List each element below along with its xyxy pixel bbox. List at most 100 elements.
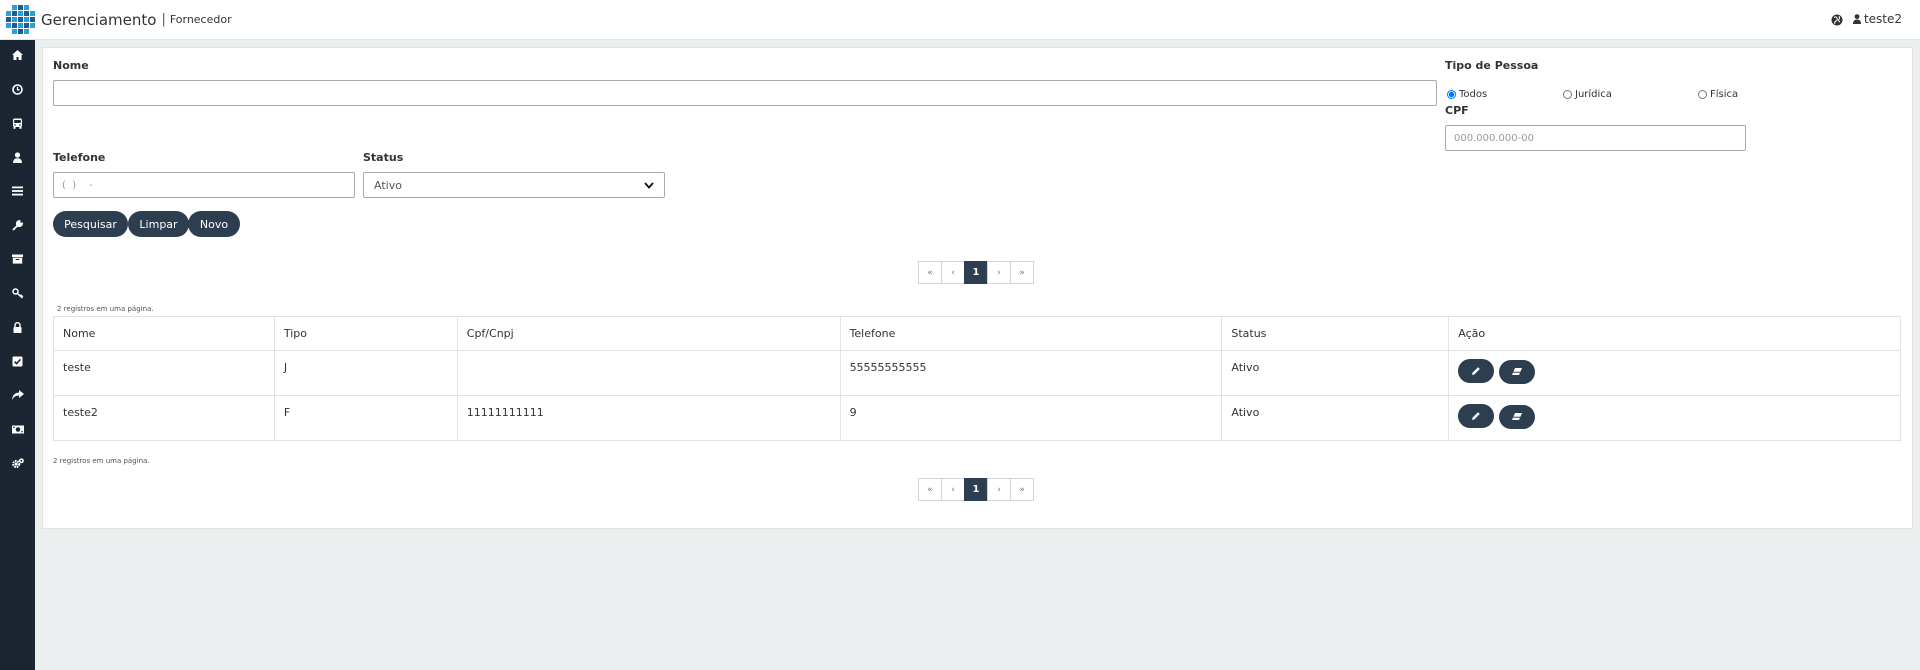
checkbox-icon [12, 356, 23, 366]
archive-icon [12, 254, 23, 264]
page-first[interactable]: « [918, 261, 942, 284]
sidebar-item-checklist[interactable] [0, 351, 35, 371]
cell-tipo: J [273, 350, 458, 396]
cogs-icon [11, 457, 24, 468]
sidebar-item-history[interactable] [0, 79, 35, 99]
radio-juridica[interactable]: Jurídica [1563, 89, 1612, 100]
nome-label: Nome [53, 59, 89, 72]
home-icon [12, 50, 23, 60]
radio-juridica-label: Jurídica [1575, 89, 1612, 100]
table-header-row: Nome Tipo Cpf/Cnpj Telefone Status Ação [53, 316, 1901, 351]
sidebar-item-archive[interactable] [0, 249, 35, 269]
radio-juridica-input[interactable] [1563, 90, 1572, 99]
globe-icon[interactable] [1831, 12, 1843, 26]
cpf-input[interactable] [1445, 125, 1746, 151]
logo-icon[interactable] [3, 3, 37, 37]
status-select-value: Ativo [374, 178, 402, 192]
bus-icon [13, 118, 22, 129]
search-panel: Nome Tipo de Pessoa Todos Jurídica Físic… [42, 47, 1913, 529]
col-status[interactable]: Status [1221, 316, 1450, 351]
delete-button[interactable] [1498, 359, 1535, 384]
money-icon [11, 425, 24, 433]
search-button[interactable]: Pesquisar [53, 211, 128, 237]
sidebar [0, 40, 35, 670]
col-nome[interactable]: Nome [53, 316, 275, 351]
edit-button[interactable] [1458, 359, 1495, 383]
clear-button[interactable]: Limpar [128, 211, 189, 237]
sidebar-item-list[interactable] [0, 181, 35, 201]
cell-nome: teste2 [53, 395, 275, 441]
suppliers-table: Nome Tipo Cpf/Cnpj Telefone Status Ação … [53, 316, 1901, 441]
new-button[interactable]: Novo [188, 211, 240, 237]
app-title[interactable]: Gerenciamento [41, 11, 156, 29]
user-menu[interactable]: teste2 [1852, 12, 1902, 26]
user-icon [1852, 14, 1861, 24]
wrench-icon [12, 219, 23, 231]
cell-actions [1448, 350, 1901, 396]
tipo-pessoa-label: Tipo de Pessoa [1445, 59, 1539, 72]
page-prev[interactable]: ‹ [941, 478, 965, 501]
status-select[interactable]: Ativo [363, 172, 665, 198]
sidebar-item-keys[interactable] [0, 283, 35, 303]
pencil-icon [1472, 412, 1481, 420]
sidebar-item-share[interactable] [0, 385, 35, 405]
cell-status: Ativo [1221, 395, 1450, 441]
sidebar-item-security[interactable] [0, 317, 35, 337]
share-icon [11, 390, 24, 400]
page-prev[interactable]: ‹ [941, 261, 965, 284]
sidebar-item-home[interactable] [0, 45, 35, 65]
clock-icon [12, 83, 23, 95]
cell-cpf-cnpj [456, 350, 841, 396]
cell-nome: teste [53, 350, 275, 396]
key-icon [11, 287, 23, 299]
page-current[interactable]: 1 [964, 261, 988, 284]
cell-telefone: 9 [839, 395, 1223, 441]
cell-tipo: F [273, 395, 458, 441]
radio-fisica-label: Física [1710, 89, 1739, 100]
status-label: Status [363, 151, 404, 164]
sidebar-item-bus[interactable] [0, 113, 35, 133]
cell-status: Ativo [1221, 350, 1450, 396]
radio-todos[interactable]: Todos [1447, 89, 1487, 100]
list-icon [12, 186, 23, 196]
sidebar-item-settings[interactable] [0, 453, 35, 473]
radio-todos-input[interactable] [1447, 90, 1456, 99]
cpf-label: CPF [1445, 104, 1469, 117]
edit-button[interactable] [1458, 404, 1495, 428]
page-last[interactable]: » [1010, 478, 1034, 501]
radio-fisica-input[interactable] [1698, 90, 1707, 99]
cell-actions [1448, 395, 1901, 441]
sidebar-item-users[interactable] [0, 147, 35, 167]
radio-todos-label: Todos [1459, 89, 1488, 100]
user-icon [13, 151, 22, 163]
radio-fisica[interactable]: Física [1698, 89, 1738, 100]
page-current[interactable]: 1 [964, 478, 988, 501]
delete-button[interactable] [1498, 404, 1535, 429]
table-row: teste2 F 11111111111 9 Ativo [53, 395, 1901, 441]
title-separator: | [161, 12, 166, 27]
user-name: teste2 [1863, 12, 1902, 26]
page-last[interactable]: » [1010, 261, 1034, 284]
telefone-input[interactable] [53, 172, 355, 198]
pagination-top: « ‹ 1 › » [918, 261, 1034, 284]
page-first[interactable]: « [918, 478, 942, 501]
col-tipo[interactable]: Tipo [273, 316, 458, 351]
col-cpf-cnpj[interactable]: Cpf/Cnpj [456, 316, 841, 351]
sidebar-item-tools[interactable] [0, 215, 35, 235]
page-next[interactable]: › [987, 261, 1011, 284]
pagination-bottom: « ‹ 1 › » [918, 478, 1034, 501]
col-telefone[interactable]: Telefone [839, 316, 1223, 351]
eraser-icon [1511, 413, 1522, 420]
top-bar: Gerenciamento | Fornecedor teste2 [0, 0, 1920, 40]
page-next[interactable]: › [987, 478, 1011, 501]
page-section: Fornecedor [169, 13, 232, 26]
nome-input[interactable] [53, 80, 1437, 106]
sidebar-item-finance[interactable] [0, 419, 35, 439]
cell-telefone: 55555555555 [839, 350, 1223, 396]
records-count-top: 2 registros em uma página. [57, 305, 154, 313]
lock-icon [13, 321, 22, 333]
telefone-label: Telefone [53, 151, 106, 164]
chevron-down-icon [644, 181, 654, 189]
records-count-bottom: 2 registros em uma página. [53, 457, 150, 465]
cell-cpf-cnpj: 11111111111 [456, 395, 841, 441]
